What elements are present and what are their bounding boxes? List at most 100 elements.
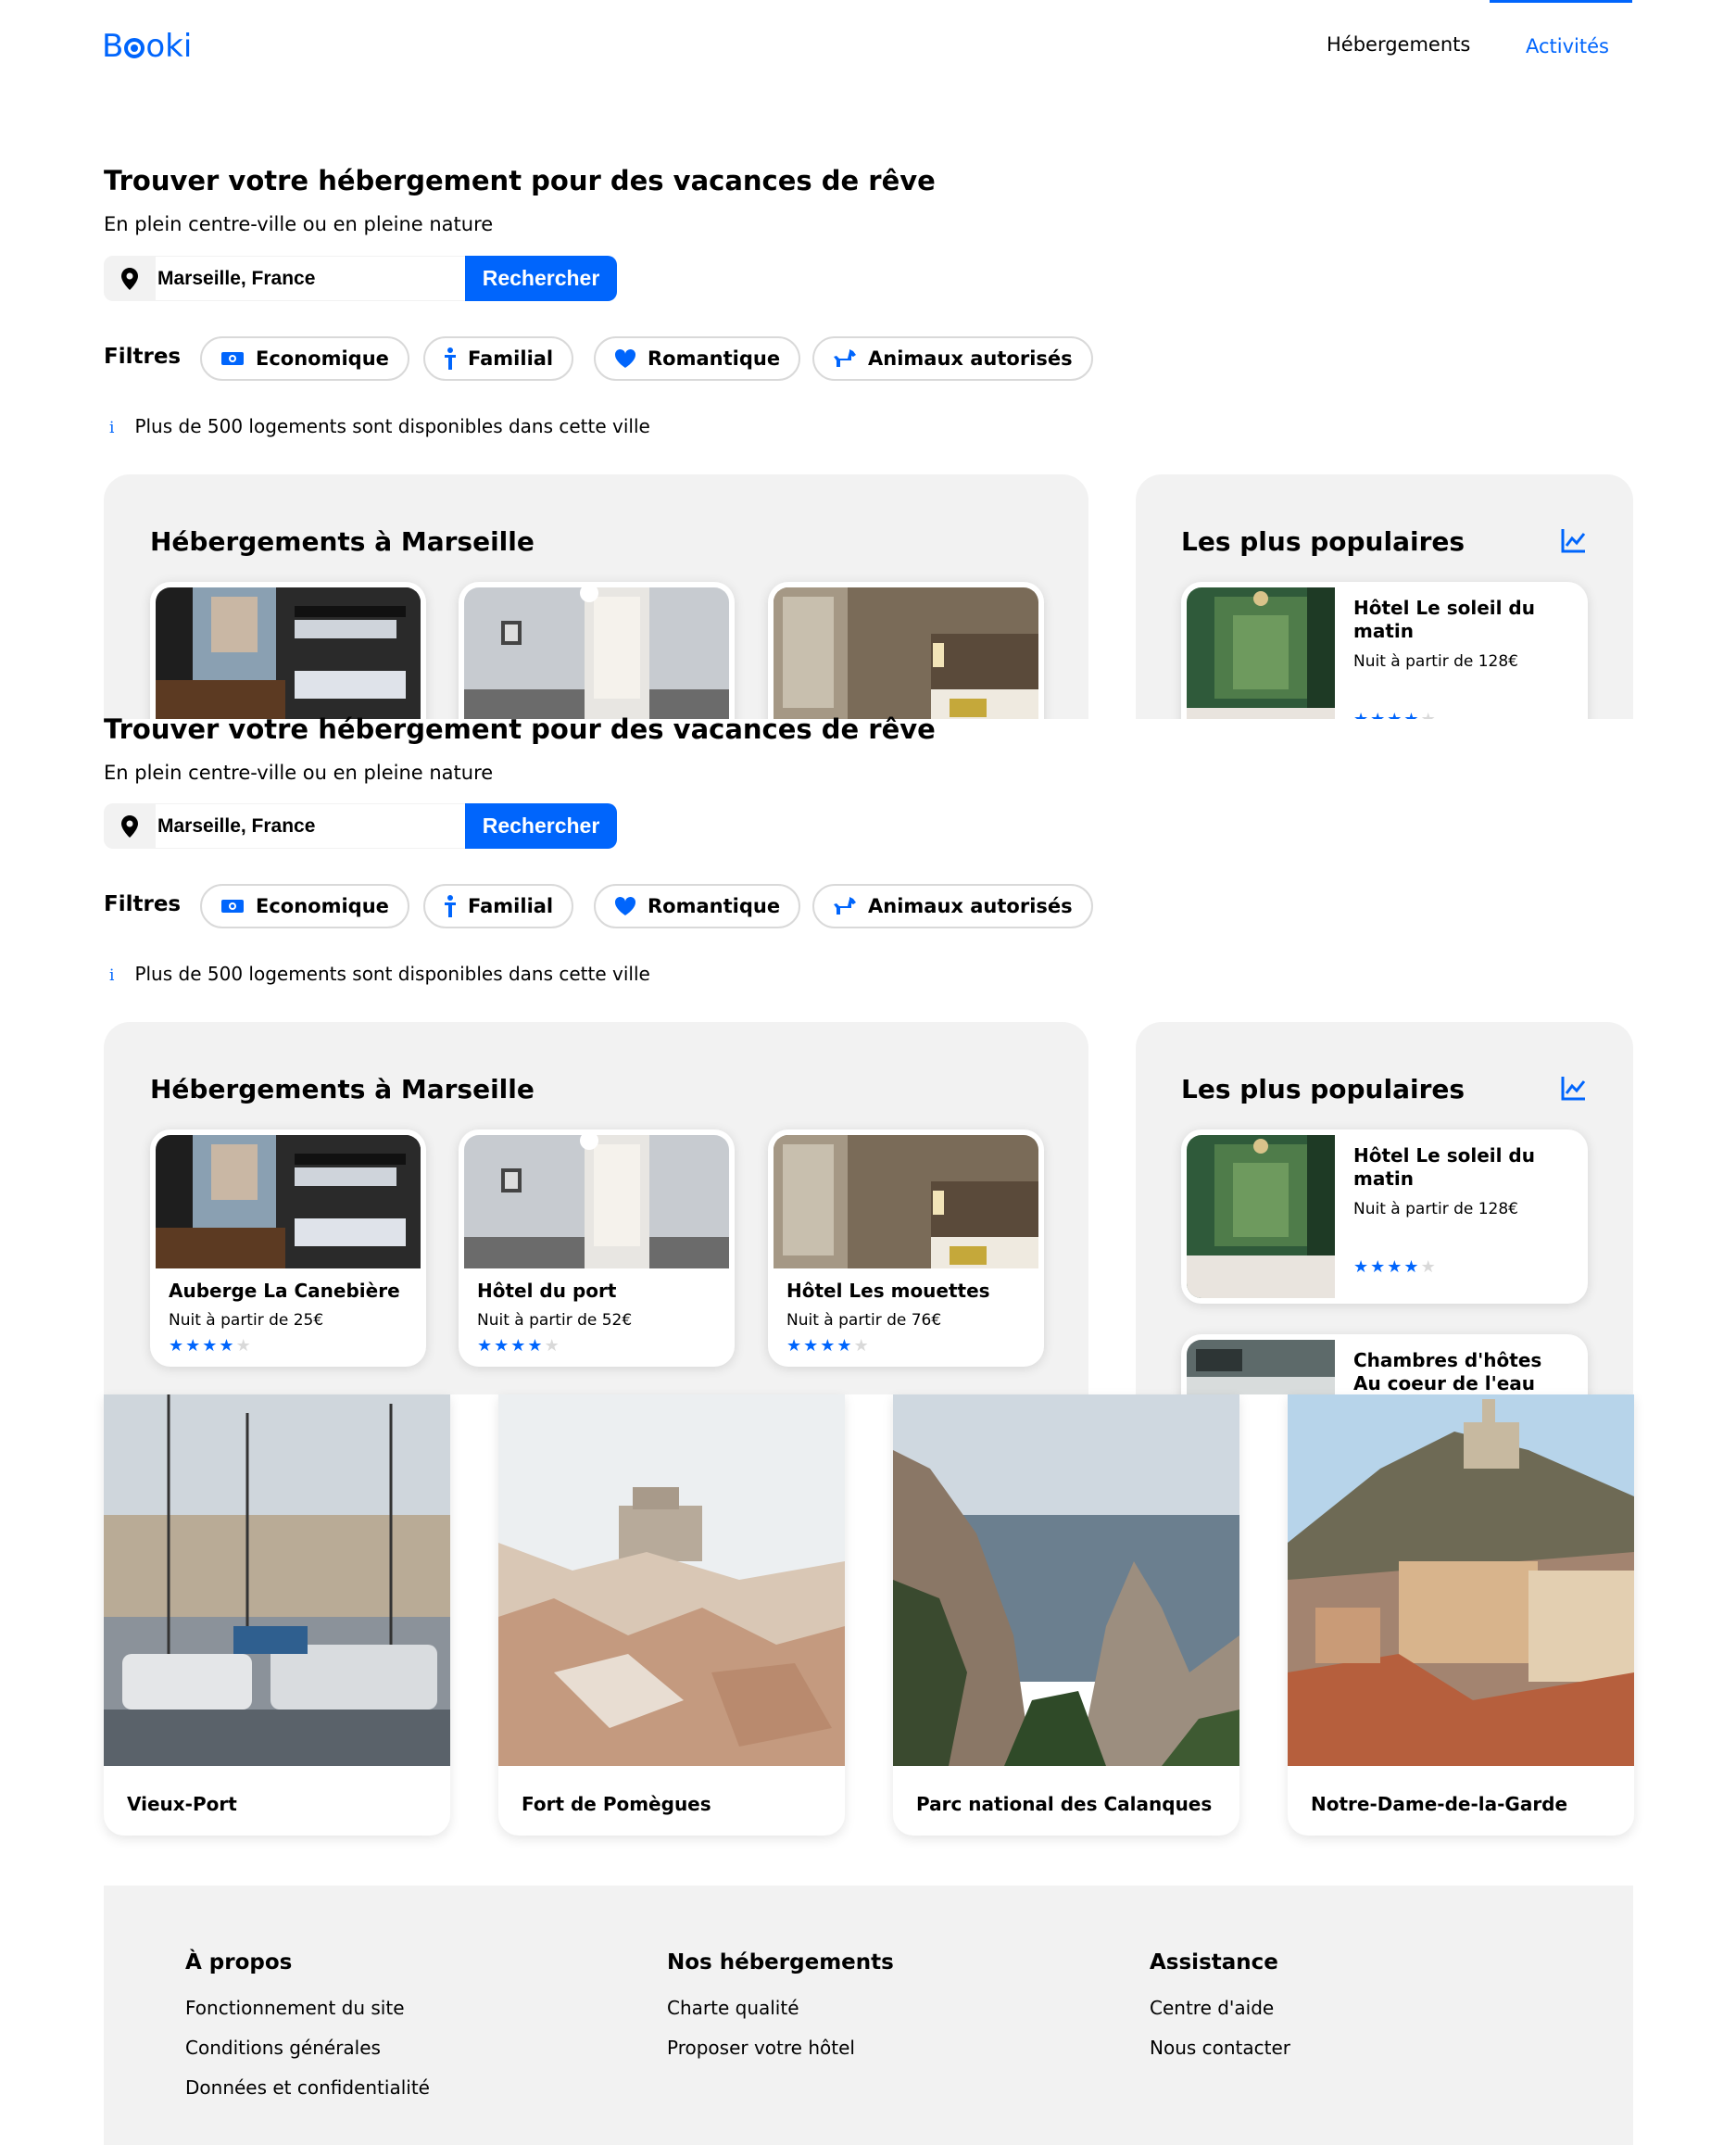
popular-card[interactable]: Hôtel Le soleil du matin Nuit à partir d… — [1181, 1129, 1588, 1304]
footer-link[interactable]: Centre d'aide — [1150, 1997, 1290, 2019]
star-empty-icon: ★ — [544, 1336, 560, 1356]
filter-label: Familial — [468, 895, 554, 917]
star-filled-icon: ★ — [510, 1336, 526, 1356]
footer-link[interactable]: Conditions générales — [185, 2037, 430, 2059]
accommodation-card[interactable]: Hôtel du port Nuit à partir de 52€ ★ ★ ★ ★ ★ — [459, 1129, 735, 1367]
star-filled-icon: ★ — [1370, 712, 1385, 720]
photo-twin-room — [464, 587, 729, 719]
accommodation-price: Nuit à partir de 52€ — [477, 1311, 633, 1330]
photo-hotel-room — [774, 1135, 1038, 1268]
footer-col-hebergements: Nos hébergements Charte qualité Proposer… — [667, 1950, 894, 2059]
info-text: Plus de 500 logements sont disponibles d… — [134, 415, 650, 437]
accommodation-price: Nuit à partir de 25€ — [169, 1311, 324, 1330]
footer: À propos Fonctionnement du site Conditio… — [104, 1886, 1633, 2145]
filter-label: Economique — [256, 895, 389, 917]
filters-label: Filtres — [104, 345, 182, 369]
footer-link[interactable]: Fonctionnement du site — [185, 1997, 430, 2019]
popular-card[interactable]: Hôtel Le soleil du matin Nuit à partir d… — [1181, 582, 1588, 719]
child-icon — [444, 347, 457, 370]
nav-link-hebergements[interactable]: Hébergements — [1327, 33, 1470, 56]
activity-card[interactable]: Fort de Pomègues — [498, 1394, 845, 1836]
filter-familial[interactable]: Familial — [423, 336, 574, 381]
filter-label: Familial — [468, 347, 554, 370]
footer-link[interactable]: Nous contacter — [1150, 2037, 1290, 2059]
footer-col-apropos: À propos Fonctionnement du site Conditio… — [185, 1950, 430, 2099]
trend-chart-icon — [1560, 526, 1588, 558]
footer-link[interactable]: Données et confidentialité — [185, 2076, 430, 2099]
location-input[interactable] — [156, 803, 465, 849]
filter-romantique[interactable]: Romantique — [594, 884, 801, 928]
accommodations-title: Hébergements à Marseille — [150, 1074, 535, 1104]
popular-panel: Les plus populaires Hôtel Le soleil du m… — [1136, 1022, 1633, 1394]
accommodation-name: Hôtel du port — [477, 1280, 617, 1302]
accommodation-card[interactable]: Auberge La Canebière Nuit à partir de 25… — [150, 1129, 426, 1367]
filter-economique[interactable]: Economique — [200, 884, 409, 928]
search-bar: Rechercher — [104, 256, 617, 301]
star-filled-icon: ★ — [477, 1336, 493, 1356]
star-filled-icon: ★ — [803, 1336, 819, 1356]
filter-label: Romantique — [648, 347, 781, 370]
filter-animaux[interactable]: Animaux autorisés — [812, 336, 1093, 381]
rating-stars: ★★★★★ — [1353, 712, 1436, 720]
star-filled-icon: ★ — [1403, 712, 1418, 720]
money-icon — [220, 898, 245, 915]
nav-link-activites[interactable]: Activités — [1526, 35, 1609, 57]
activity-name: Notre-Dame-de-la-Garde — [1311, 1793, 1568, 1815]
filter-animaux[interactable]: Animaux autorisés — [812, 884, 1093, 928]
photo-kitchen-room — [1187, 1340, 1335, 1394]
rating-stars: ★★★★★ — [477, 1338, 560, 1355]
star-filled-icon: ★ — [820, 1336, 836, 1356]
filter-familial[interactable]: Familial — [423, 884, 574, 928]
rating-stars: ★★★★★ — [169, 1338, 251, 1355]
page-subtitle: En plein centre-ville ou en pleine natur… — [104, 762, 494, 784]
footer-heading: Assistance — [1150, 1950, 1278, 1975]
accommodation-name: Hôtel Les mouettes — [786, 1280, 990, 1302]
accommodation-card[interactable]: Auberge La Canebière Nuit à partir de 25… — [150, 582, 426, 719]
star-empty-icon: ★ — [1420, 1257, 1436, 1277]
photo-green-room — [1187, 1135, 1335, 1298]
footer-link[interactable]: Charte qualité — [667, 1997, 894, 2019]
accommodation-card[interactable]: Hôtel Les mouettes Nuit à partir de 76€ … — [768, 1129, 1044, 1367]
location-input[interactable] — [156, 256, 465, 301]
search-button[interactable]: Rechercher — [465, 256, 617, 301]
star-filled-icon: ★ — [1353, 712, 1368, 720]
filter-label: Economique — [256, 347, 389, 370]
photo-twin-room — [464, 1135, 729, 1268]
heart-icon — [614, 896, 636, 916]
popular-name: Hôtel Le soleil du matin — [1353, 597, 1535, 642]
results-section: Hébergements à Marseille Auberge La Cane… — [0, 1022, 1736, 1394]
accommodations-title: Hébergements à Marseille — [150, 526, 535, 557]
photo-calanques — [893, 1394, 1239, 1766]
star-empty-icon: ★ — [235, 1336, 251, 1356]
rating-stars: ★★★★★ — [786, 1338, 869, 1355]
accommodations-panel: Hébergements à Marseille Auberge La Cane… — [104, 1022, 1088, 1394]
activity-card[interactable]: Notre-Dame-de-la-Garde — [1288, 1394, 1634, 1836]
photo-notre-dame-de-la-garde — [1288, 1394, 1634, 1766]
search-button[interactable]: Rechercher — [465, 803, 617, 849]
accommodation-card[interactable]: Hôtel du port Nuit à partir de 52€ — [459, 582, 735, 719]
booki-logo[interactable]: Boki — [102, 28, 192, 65]
money-icon — [220, 350, 245, 367]
star-filled-icon: ★ — [219, 1336, 234, 1356]
logo-o-icon — [124, 38, 145, 58]
filter-romantique[interactable]: Romantique — [594, 336, 801, 381]
star-filled-icon: ★ — [786, 1336, 802, 1356]
photo-fort-pomegues — [498, 1394, 845, 1766]
filter-economique[interactable]: Economique — [200, 336, 409, 381]
accommodation-card[interactable]: Hôtel Les mouettes Nuit à partir de 76€ — [768, 582, 1044, 719]
info-message: i Plus de 500 logements sont disponibles … — [109, 415, 650, 437]
filter-label: Animaux autorisés — [868, 347, 1073, 370]
dog-icon — [833, 896, 857, 916]
popular-card[interactable]: Chambres d'hôtes Au coeur de l'eau — [1181, 1334, 1588, 1394]
info-icon: i — [109, 419, 115, 437]
activity-card[interactable]: Vieux-Port — [104, 1394, 450, 1836]
activity-name: Parc national des Calanques — [916, 1793, 1213, 1815]
activity-card[interactable]: Parc national des Calanques — [893, 1394, 1239, 1836]
star-filled-icon: ★ — [202, 1336, 218, 1356]
accommodation-name: Auberge La Canebière — [169, 1280, 400, 1302]
filter-label: Romantique — [648, 895, 781, 917]
photo-vieux-port — [104, 1394, 450, 1766]
footer-heading: À propos — [185, 1950, 293, 1975]
footer-link[interactable]: Proposer votre hôtel — [667, 2037, 894, 2059]
dog-icon — [833, 348, 857, 369]
